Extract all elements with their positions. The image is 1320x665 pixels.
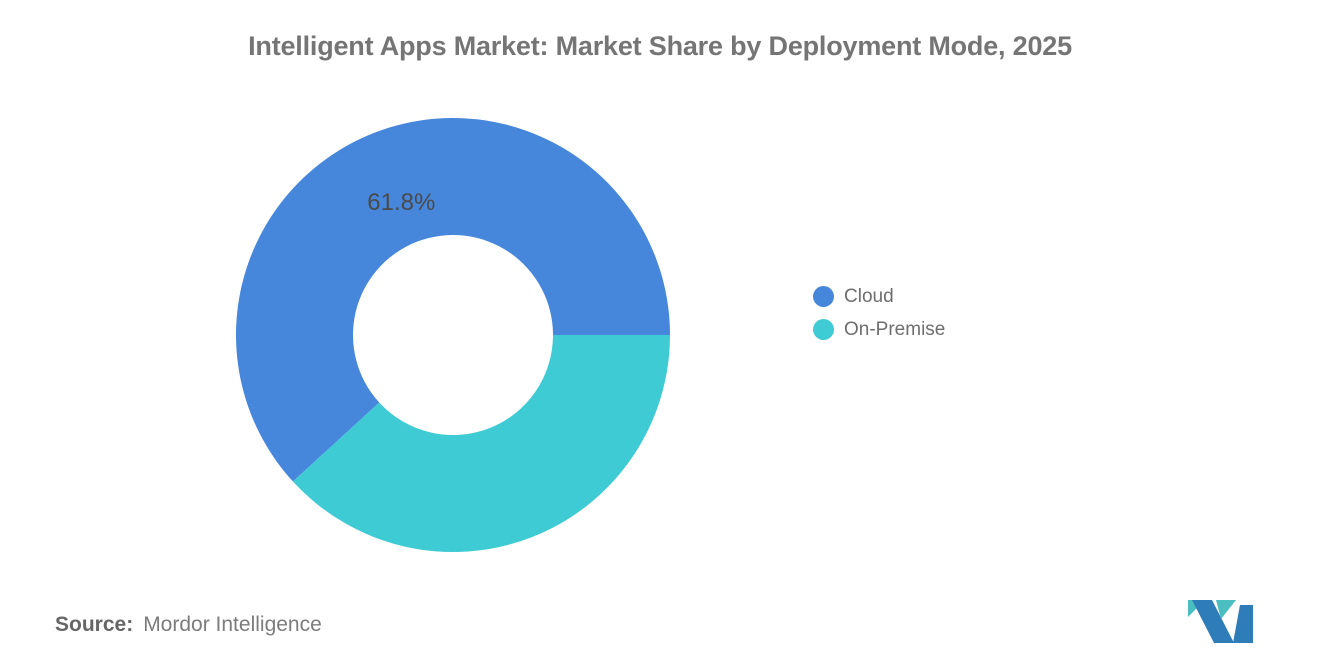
legend: Cloud On-Premise	[813, 286, 945, 340]
logo-i-blue-bar	[1233, 605, 1253, 643]
slice-value-label: 61.8%	[367, 189, 435, 216]
legend-item-cloud[interactable]: Cloud	[813, 286, 945, 307]
chart-figure: Intelligent Apps Market: Market Share by…	[0, 0, 1320, 665]
legend-item-on-premise[interactable]: On-Premise	[813, 319, 945, 340]
donut-chart[interactable]: 61.8%	[233, 115, 673, 555]
legend-label-cloud: Cloud	[844, 286, 894, 307]
mordor-intelligence-logo	[1188, 600, 1253, 643]
chart-title: Intelligent Apps Market: Market Share by…	[248, 31, 1072, 61]
source-line: Source: Mordor Intelligence	[55, 613, 322, 637]
legend-marker-on-premise-icon	[813, 319, 834, 340]
legend-label-on-premise: On-Premise	[844, 319, 946, 340]
legend-marker-cloud-icon	[813, 286, 834, 307]
source-value: Mordor Intelligence	[143, 613, 322, 636]
source-label: Source:	[55, 613, 134, 636]
